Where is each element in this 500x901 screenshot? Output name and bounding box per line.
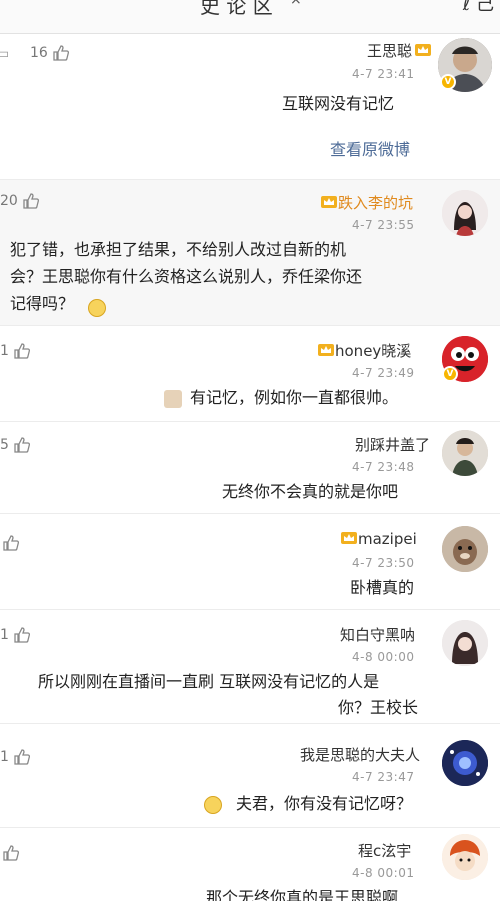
comment-time: 4-8 00:01 — [352, 866, 415, 880]
crown-icon — [321, 196, 337, 208]
comment-text: 夫君，你有没有记忆呀？ — [236, 794, 413, 813]
comment-text: 有记忆，例如你一直都很帅。 — [190, 388, 399, 407]
avatar[interactable] — [442, 620, 488, 666]
like-button[interactable]: 1 — [0, 342, 31, 360]
avatar[interactable] — [442, 190, 488, 236]
like-count: 5 — [0, 437, 9, 453]
comment-item: 1 我是思聪的大夫人 4-7 23:47 夫君，你有没有记忆呀？ — [0, 724, 500, 828]
comment-time: 4-7 23:48 — [352, 460, 415, 474]
thumbs-up-icon — [23, 193, 39, 209]
crown-icon — [318, 344, 334, 356]
top-bar: 史 论 区 × ℓ 己 — [0, 0, 500, 34]
cat-emoji-icon — [164, 390, 182, 408]
comment-time: 4-7 23:41 — [352, 67, 415, 81]
username[interactable]: 王思聪 — [367, 40, 432, 61]
crown-icon — [415, 44, 432, 56]
comment-text-line: 会？王思聪你有什么资格这么说别人，乔任梁你还 — [10, 267, 363, 286]
username[interactable]: honey晓溪 — [315, 340, 411, 361]
avatar[interactable] — [442, 430, 488, 476]
thumbs-up-icon — [53, 45, 69, 61]
like-button[interactable]: 1 — [0, 626, 31, 644]
avatar[interactable] — [442, 740, 488, 786]
page-title: 史 论 区 — [200, 0, 273, 18]
thumbs-up-icon — [14, 627, 30, 643]
close-icon[interactable]: × — [290, 0, 302, 8]
username[interactable]: 跌入李的坑 — [318, 192, 413, 213]
like-button[interactable]: 1 — [0, 748, 31, 766]
like-button[interactable] — [2, 844, 20, 862]
verified-badge-icon: V — [440, 74, 456, 90]
comment-item: 20 跌入李的坑 4-7 23:55 犯了错，也承担了结果，不给别人改过自新的机… — [0, 180, 500, 326]
comment-text-line: 所以刚刚在直播间一直刷 互联网没有记忆的人是 — [38, 672, 380, 691]
comment-item: 5 别踩井盖了 4-7 23:48 无终你不会真的就是你吧 — [0, 422, 500, 514]
like-count: 1 — [0, 627, 9, 643]
thumbs-up-icon — [3, 535, 20, 551]
comment-item: 1 honey晓溪 4-7 23:49 有记忆，例如你一直都很帅。 V — [0, 326, 500, 422]
comment-item: mazipei 4-7 23:50 卧槽真的 — [0, 514, 500, 610]
header-right-label[interactable]: ℓ 己 — [463, 0, 494, 16]
avatar[interactable] — [442, 834, 488, 880]
comment-text: 那个无终你真的是王思聪啊 — [206, 888, 399, 901]
comment-icon[interactable]: ▭ — [0, 46, 9, 62]
comment-time: 4-7 23:47 — [352, 770, 415, 784]
like-count: 16 — [30, 45, 48, 61]
like-button[interactable] — [2, 534, 20, 552]
username[interactable]: 别踩井盖了 — [355, 434, 430, 455]
comment-text-line: 记得吗？ — [10, 294, 75, 313]
like-button[interactable]: 16 — [30, 44, 70, 62]
thumbs-up-icon — [14, 343, 30, 359]
comment-text-line: 犯了错，也承担了结果，不给别人改过自新的机 — [10, 240, 347, 259]
username[interactable]: 我是思聪的大夫人 — [300, 744, 420, 765]
comment-item: ▭ 16 王思聪 4-7 23:41 互联网没有记忆 查看原微博 V — [0, 34, 500, 180]
like-count: 1 — [0, 749, 9, 765]
smile-emoji-icon — [204, 796, 222, 814]
thumbs-up-icon — [14, 749, 30, 765]
verified-badge-icon: V — [442, 366, 458, 382]
comment-time: 4-7 23:55 — [352, 218, 415, 232]
comment-time: 4-8 00:00 — [352, 650, 415, 664]
comment-item: 程c泫宇 4-8 00:01 那个无终你真的是王思聪啊 — [0, 828, 500, 901]
username[interactable]: 程c泫宇 — [358, 840, 411, 861]
comment-item: 1 知白守黑呐 4-8 00:00 所以刚刚在直播间一直刷 互联网没有记忆的人是… — [0, 610, 500, 724]
like-count: 20 — [0, 193, 18, 209]
like-count: 1 — [0, 343, 9, 359]
avatar[interactable] — [442, 526, 488, 572]
thumbs-up-icon — [14, 437, 30, 453]
crown-icon — [341, 532, 357, 544]
view-original-post-link[interactable]: 查看原微博 — [330, 136, 410, 160]
comment-text: 无终你不会真的就是你吧 — [222, 482, 399, 501]
comment-time: 4-7 23:49 — [352, 366, 415, 380]
username[interactable]: 知白守黑呐 — [340, 624, 415, 645]
comment-text: 互联网没有记忆 — [282, 94, 395, 113]
like-button[interactable]: 5 — [0, 436, 31, 454]
comment-time: 4-7 23:50 — [352, 556, 415, 570]
thumbs-up-icon — [3, 845, 20, 861]
username[interactable]: mazipei — [338, 530, 417, 548]
comment-text: 卧槽真的 — [350, 578, 415, 597]
comment-text-line: 你？王校长 — [338, 698, 419, 717]
like-button[interactable]: 20 — [0, 192, 40, 210]
smile-emoji-icon — [88, 299, 106, 317]
